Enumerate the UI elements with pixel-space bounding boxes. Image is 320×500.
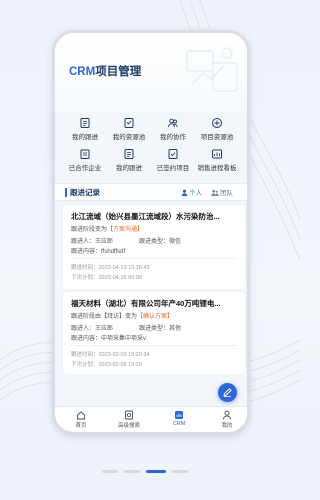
app-screen: CRM项目管理 我的跟进 我的资源池 我的协作 项目资源池 已合作企业 我的跟进… xyxy=(55,33,247,432)
follow-records-header: 跟进记录 个人 团队 xyxy=(55,183,247,201)
quick-menu-item-project-pool[interactable]: 项目资源池 xyxy=(195,117,239,144)
tab-label: CRM xyxy=(172,421,186,427)
record-stage-tag: 【方案沟通】 xyxy=(107,227,144,233)
header: CRM项目管理 xyxy=(55,33,247,111)
tab-crm[interactable]: CRM xyxy=(159,410,199,427)
follow-icon xyxy=(124,149,134,159)
record-title: 北江流域（始兴县墨江流域段）水污染防治... xyxy=(71,212,220,221)
follow-icon xyxy=(80,118,90,128)
phone-frame: CRM项目管理 我的跟进 我的资源池 我的协作 项目资源池 已合作企业 我的跟进… xyxy=(52,30,250,435)
record-divider xyxy=(71,345,237,346)
carousel-dot-active[interactable] xyxy=(146,470,166,473)
record-next-plan: 下次计划：2023-04-26 00:00 xyxy=(71,275,142,281)
person-icon xyxy=(181,189,188,196)
app-title-text: 项目管理 xyxy=(95,66,142,78)
record-content: 跟进内容：ffshdffsdf xyxy=(71,249,126,255)
tab-advanced-search[interactable]: 高级搜索 xyxy=(109,410,149,429)
quick-menu-item-my-collaboration[interactable]: 我的协作 xyxy=(151,117,195,144)
quick-menu-label: 已签约项目 xyxy=(156,165,190,172)
quick-menu-label: 我的协作 xyxy=(160,134,186,141)
app-title-brand: CRM xyxy=(69,66,96,78)
add-record-button[interactable] xyxy=(218,383,237,402)
record-stage-prefix: 跟进阶段变为 xyxy=(71,227,108,233)
record-type: 跟进类型：其他 xyxy=(139,326,182,332)
record-divider xyxy=(71,258,237,259)
team-icon xyxy=(211,189,219,196)
quick-menu-item-my-resource-pool[interactable]: 我的资源池 xyxy=(107,117,151,144)
profile-icon xyxy=(223,410,231,420)
record-next-plan: 下次计划：2023-02-05 15:20 xyxy=(71,362,142,368)
section-title: 跟进记录 xyxy=(70,188,100,197)
tab-label: 首页 xyxy=(75,423,87,429)
record-content: 跟进内容：中项采集中项采v xyxy=(71,336,147,342)
quick-menu-label: 我的跟进 xyxy=(116,165,142,172)
quick-menu-item-my-follow-2[interactable]: 我的跟进 xyxy=(107,148,151,175)
resource-pool-icon xyxy=(124,118,134,128)
bottom-tab-bar: 首页 高级搜索 CRM 我的 xyxy=(55,406,247,432)
app-title: CRM项目管理 xyxy=(69,63,141,79)
quick-menu-item-sales-board[interactable]: 销售进程看板 xyxy=(195,148,239,175)
section-accent-bar xyxy=(65,188,67,197)
record-type: 跟进类型：微信 xyxy=(139,239,182,245)
quick-menu-item-my-follow[interactable]: 我的跟进 xyxy=(63,117,107,144)
record-title: 福天材料（湖北）有限公司年产40万吨锂电... xyxy=(71,299,221,308)
sales-board-icon xyxy=(212,149,222,159)
quick-menu-item-signed-projects[interactable]: 已签约项目 xyxy=(151,148,195,175)
follow-record-card[interactable]: 北江流域（始兴县墨江流域段）水污染防治... 跟进阶段变为【方案沟通】 跟进人：… xyxy=(63,205,245,289)
project-pool-icon xyxy=(212,118,222,128)
record-stage: 跟进阶段由【拜访】变为【确认方案】 xyxy=(71,311,173,320)
quick-menu-item-partner-companies[interactable]: 已合作企业 xyxy=(63,148,107,175)
carousel-dot[interactable] xyxy=(124,470,140,473)
record-person: 跟进人：王应郎 xyxy=(71,326,114,332)
home-icon xyxy=(77,411,85,420)
quick-menu-label: 我的跟进 xyxy=(72,134,98,141)
advanced-search-icon xyxy=(125,410,133,420)
record-stage-tag: 【确认方案】 xyxy=(137,314,174,320)
partner-company-icon xyxy=(80,149,90,159)
quick-menu-grid: 我的跟进 我的资源池 我的协作 项目资源池 已合作企业 我的跟进 已签约项目 销… xyxy=(63,117,239,175)
quick-menu-label: 已合作企业 xyxy=(68,165,102,172)
header-decoration-icon xyxy=(186,47,238,92)
crm-icon xyxy=(175,411,183,419)
record-time: 跟进时间：2023-04-19 15:16:43 xyxy=(71,265,150,271)
tab-label: 高级搜索 xyxy=(117,423,140,429)
record-stage: 跟进阶段变为【方案沟通】 xyxy=(71,224,143,233)
filter-personal-label: 个人 xyxy=(189,190,202,197)
quick-menu-label: 项目资源池 xyxy=(200,134,234,141)
tab-profile[interactable]: 我的 xyxy=(207,410,247,429)
record-time: 跟进时间：2023-02-03 15:20:34 xyxy=(71,352,150,358)
tab-label: 我的 xyxy=(221,423,233,429)
record-stage-prefix: 跟进阶段由【拜访】变为 xyxy=(71,314,138,320)
tab-home[interactable]: 首页 xyxy=(61,410,101,429)
carousel-dot[interactable] xyxy=(102,470,118,473)
carousel-indicator xyxy=(102,470,202,474)
quick-menu-label: 销售进程看板 xyxy=(197,165,237,172)
collaboration-icon xyxy=(168,118,178,128)
record-person: 跟进人：王应郎 xyxy=(71,239,114,245)
follow-record-card[interactable]: 福天材料（湖北）有限公司年产40万吨锂电... 跟进阶段由【拜访】变为【确认方案… xyxy=(63,292,245,374)
edit-pencil-icon xyxy=(223,388,232,397)
filter-personal-button[interactable]: 个人 xyxy=(181,187,202,197)
filter-team-button[interactable]: 团队 xyxy=(211,187,233,197)
carousel-dot[interactable] xyxy=(172,470,188,473)
signed-project-icon xyxy=(168,149,178,159)
quick-menu-label: 我的资源池 xyxy=(112,134,146,141)
filter-team-label: 团队 xyxy=(220,190,233,197)
